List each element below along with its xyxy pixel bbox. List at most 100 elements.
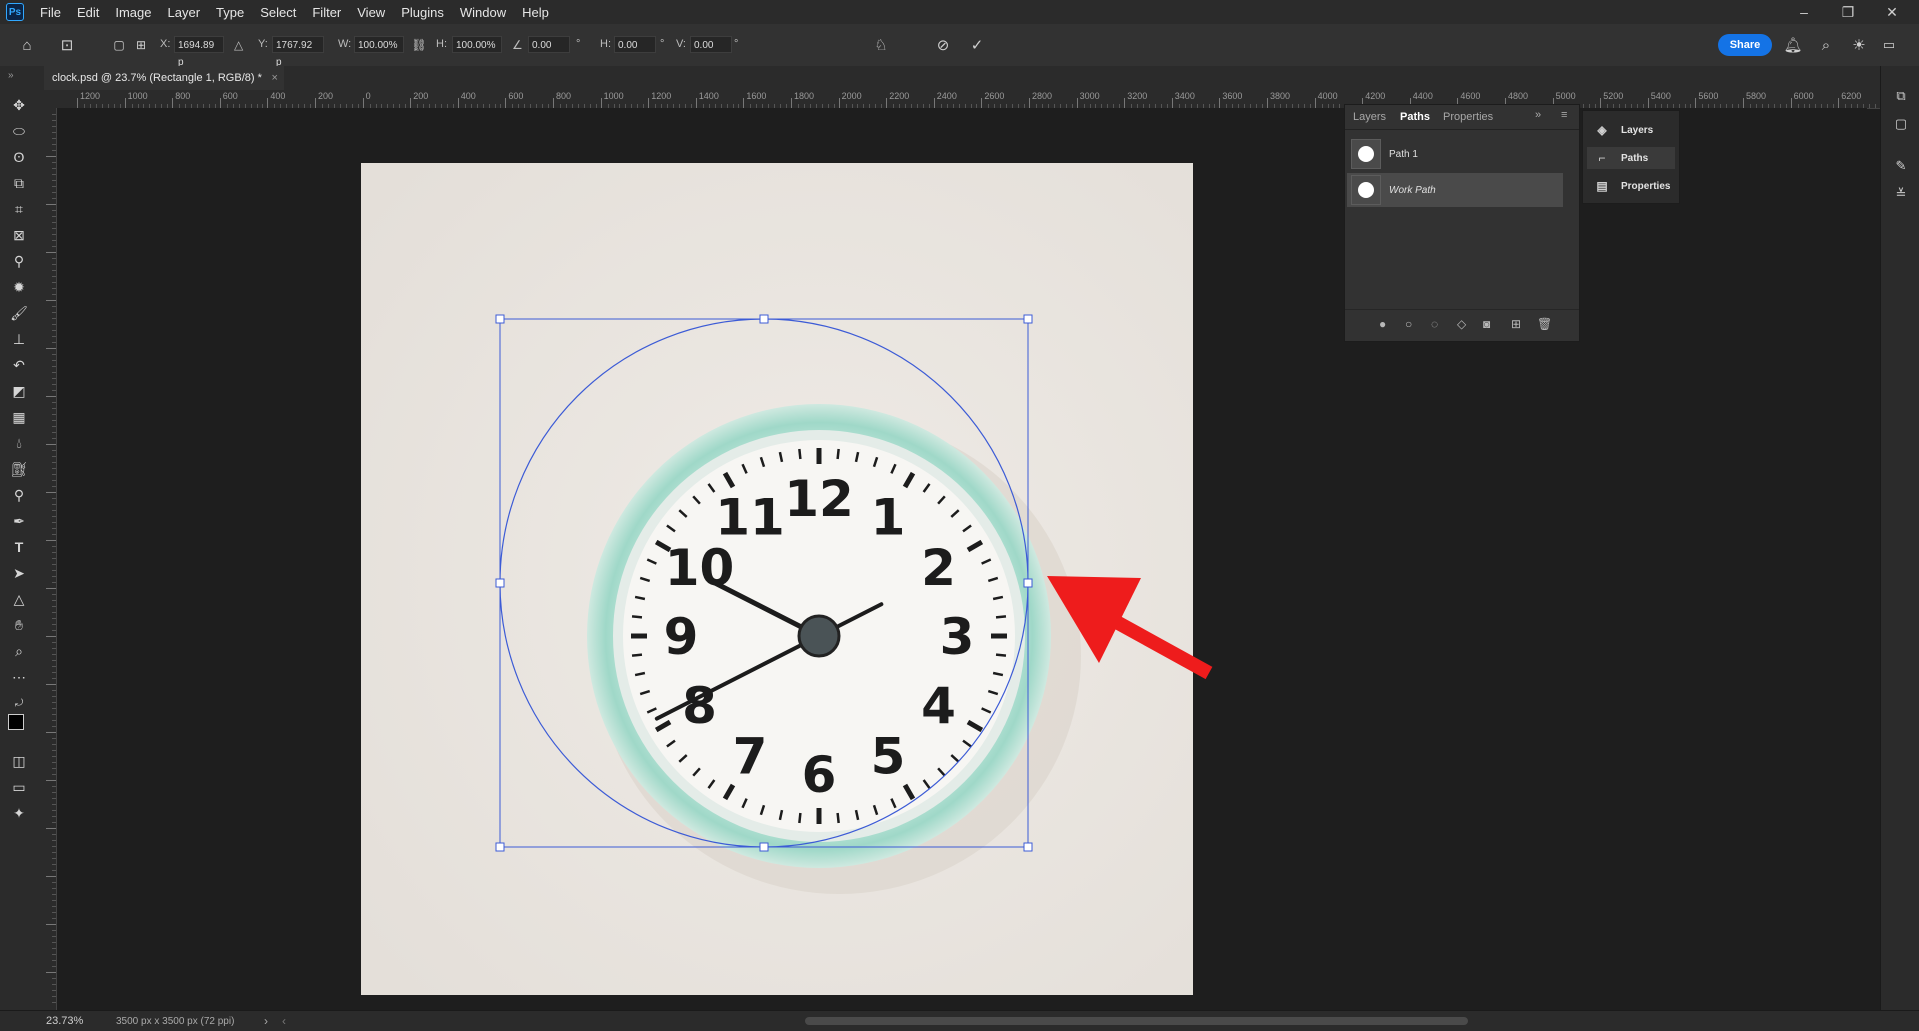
vertical-scrollbar[interactable] [1864, 108, 1867, 1010]
vertical-ruler[interactable] [38, 108, 57, 1010]
menu-file[interactable]: File [32, 5, 69, 20]
path-row-path-1[interactable]: Path 1 [1347, 137, 1563, 171]
load-selection-icon[interactable]: ◌ [1431, 317, 1438, 331]
menu-type[interactable]: Type [208, 5, 252, 20]
zoom-level[interactable]: 23.73% [46, 1015, 83, 1027]
eyedropper-tool-icon[interactable]: ⚲ [5, 250, 33, 272]
scroll-left-icon[interactable]: ‹ [282, 1014, 286, 1028]
dock-properties[interactable]: ▤ Properties [1587, 175, 1675, 197]
vertical-skew-field[interactable]: 0.00 [690, 36, 732, 53]
close-window-button[interactable]: ✕ [1872, 0, 1912, 24]
link-icon[interactable]: ⛓ [408, 34, 430, 56]
horizontal-skew-field[interactable]: 0.00 [614, 36, 656, 53]
width-field[interactable]: 100.00% [354, 36, 404, 53]
canvas-area[interactable]: 12 1 2 3 4 5 6 7 8 9 10 11 [57, 108, 1867, 1010]
transform-handle[interactable] [1023, 314, 1033, 324]
object-selection-tool-icon[interactable]: ⧉ [5, 172, 33, 194]
marquee-tool-icon[interactable]: ⬭ [5, 120, 33, 142]
panel-menu-icon[interactable]: ≡ [1561, 109, 1567, 121]
paint-bucket-tool-icon[interactable]: ⛽︎ [5, 458, 33, 480]
delete-path-icon[interactable]: 🗑︎ [1537, 317, 1552, 331]
menu-image[interactable]: Image [107, 5, 159, 20]
brush-settings-icon[interactable]: ✎ [1891, 156, 1911, 176]
menu-help[interactable]: Help [514, 5, 557, 20]
angle-field[interactable]: 0.00 [528, 36, 570, 53]
swap-colors-icon[interactable]: ⤾ [5, 692, 33, 714]
warp-icon[interactable]: ♘ [870, 34, 892, 56]
move-tool-icon[interactable]: ✥ [5, 94, 33, 116]
menu-plugins[interactable]: Plugins [393, 5, 452, 20]
tab-clock-psd[interactable]: clock.psd @ 23.7% (Rectangle 1, RGB/8) *… [44, 66, 284, 90]
tab-paths[interactable]: Paths [1400, 111, 1430, 123]
path-row-work-path[interactable]: Work Path [1347, 173, 1563, 207]
reference-point-icon[interactable]: ▢ [108, 34, 130, 56]
restore-button[interactable]: ❐ [1828, 0, 1868, 24]
hand-tool-icon[interactable]: ✋︎ [5, 614, 33, 636]
type-tool-icon[interactable]: T [5, 536, 33, 558]
transform-handle[interactable] [495, 578, 505, 588]
transform-reference-icon[interactable]: ⊡ [56, 34, 78, 56]
tab-properties[interactable]: Properties [1443, 111, 1493, 123]
transform-handle[interactable] [495, 842, 505, 852]
more-tools-icon[interactable]: ⋯ [5, 666, 33, 688]
dock-layers[interactable]: ◈ Layers [1587, 119, 1675, 141]
make-work-path-icon[interactable]: ◇ [1457, 317, 1466, 331]
menu-select[interactable]: Select [252, 5, 304, 20]
commit-transform-icon[interactable]: ✓ [966, 34, 988, 56]
new-path-icon[interactable]: ⊞ [1511, 317, 1521, 331]
expand-toolbar-icon[interactable]: » [8, 70, 14, 81]
zoom-tool-icon[interactable]: ⌕ [5, 640, 33, 662]
transform-handle[interactable] [495, 314, 505, 324]
blur-tool-icon[interactable]: 💧︎ [5, 432, 33, 454]
x-position-field[interactable]: 1694.89 p [174, 36, 224, 68]
menu-edit[interactable]: Edit [69, 5, 107, 20]
minimize-button[interactable]: – [1784, 0, 1824, 24]
collapse-panel-icon[interactable]: » [1535, 109, 1541, 121]
adjustments-icon[interactable]: ≚ [1891, 184, 1911, 204]
menu-view[interactable]: View [349, 5, 393, 20]
reference-grid-icon[interactable]: ⊞ [130, 34, 152, 56]
eraser-tool-icon[interactable]: ◩ [5, 380, 33, 402]
dock-paths[interactable]: ⌐ Paths [1587, 147, 1675, 169]
path-selection-tool-icon[interactable]: ➤ [5, 562, 33, 584]
transform-handle[interactable] [1023, 842, 1033, 852]
transform-handle[interactable] [759, 842, 769, 852]
horizontal-ruler[interactable]: 1200 1000 800 600 400 200 0 200 400 600 800 1000 120… [56, 90, 1880, 109]
clone-stamp-tool-icon[interactable]: ⊥ [5, 328, 33, 350]
pen-tool-icon[interactable]: ✒ [5, 510, 33, 532]
workspace-icon[interactable]: ▭ [1878, 34, 1900, 56]
transform-handle[interactable] [1023, 578, 1033, 588]
generative-icon[interactable]: ✦ [5, 802, 33, 824]
stroke-path-icon[interactable]: ○ [1405, 317, 1412, 331]
shape-tool-icon[interactable]: △ [5, 588, 33, 610]
tab-layers[interactable]: Layers [1353, 111, 1386, 123]
horizontal-scroll-thumb[interactable] [805, 1017, 1468, 1025]
cancel-transform-icon[interactable]: ⊘ [932, 34, 954, 56]
share-button[interactable]: Share [1718, 34, 1772, 56]
libraries-icon[interactable]: ⧉ [1891, 86, 1911, 106]
home-icon[interactable]: ⌂ [16, 34, 38, 56]
frame-tool-icon[interactable]: ⊠ [5, 224, 33, 246]
fill-path-icon[interactable]: ● [1379, 317, 1386, 331]
comments-icon[interactable]: ▢ [1891, 114, 1911, 134]
crop-tool-icon[interactable]: ⌗ [5, 198, 33, 220]
brush-tool-icon[interactable]: 🖌︎ [5, 302, 33, 324]
gradient-tool-icon[interactable]: ▦ [5, 406, 33, 428]
menu-layer[interactable]: Layer [160, 5, 209, 20]
close-tab-button[interactable]: × [271, 66, 277, 90]
add-mask-icon[interactable]: ◙ [1483, 317, 1490, 331]
lasso-tool-icon[interactable]: ʘ [5, 146, 33, 168]
height-field[interactable]: 100.00% [452, 36, 502, 53]
transform-handle[interactable] [759, 314, 769, 324]
screen-mode-icon[interactable]: ▭ [5, 776, 33, 798]
menu-filter[interactable]: Filter [304, 5, 349, 20]
spot-healing-tool-icon[interactable]: ✹ [5, 276, 33, 298]
history-brush-tool-icon[interactable]: ↶ [5, 354, 33, 376]
menu-window[interactable]: Window [452, 5, 514, 20]
search-icon[interactable]: ⌕ [1815, 34, 1837, 56]
y-position-field[interactable]: 1767.92 p [272, 36, 324, 68]
foreground-color-swatch[interactable] [8, 714, 24, 730]
delta-icon[interactable]: △ [234, 38, 243, 52]
quick-mask-icon[interactable]: ◫ [5, 750, 33, 772]
discover-icon[interactable]: ☀ [1848, 34, 1870, 56]
